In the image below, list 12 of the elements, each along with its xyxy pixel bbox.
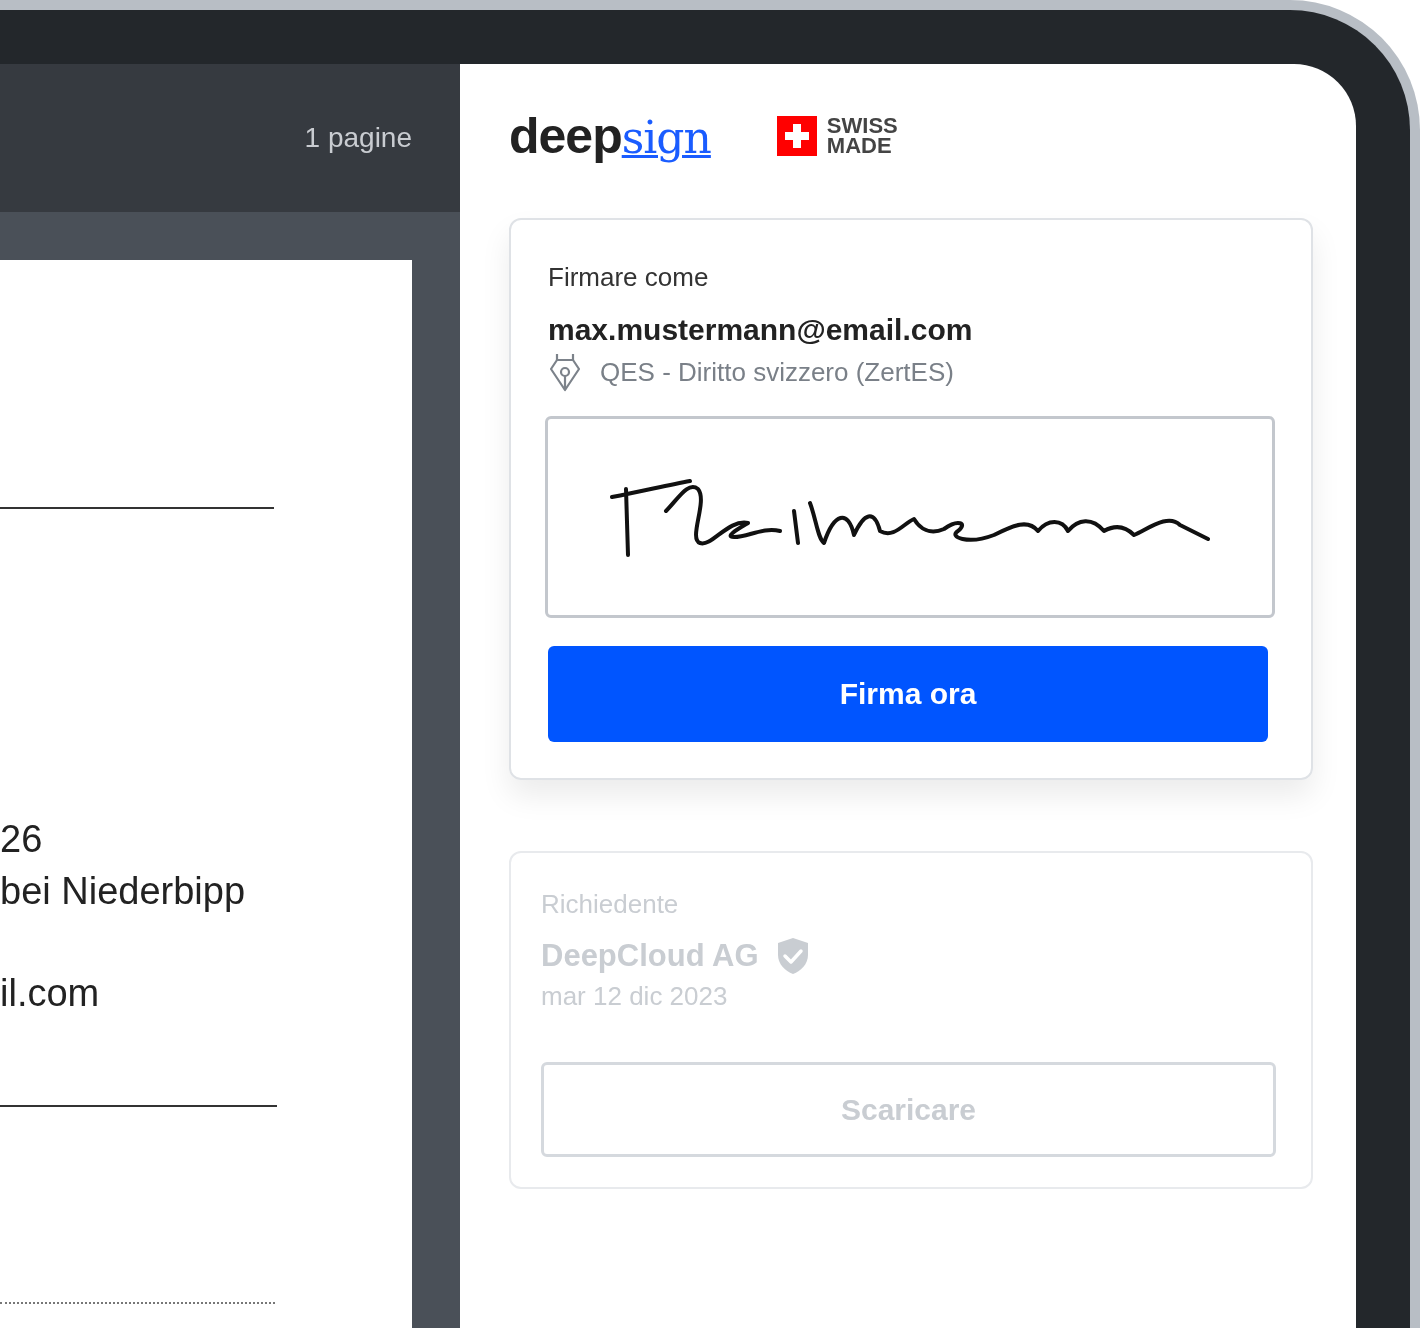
sign-now-button[interactable]: Firma ora: [548, 646, 1268, 742]
deepsign-logo: deepsign: [509, 107, 711, 165]
swiss-made-label: SWISS MADE: [826, 116, 898, 156]
signer-email: max.mustermann@email.com: [548, 312, 974, 348]
page-count: 1 pagine: [304, 122, 412, 154]
document-text: 26: [0, 817, 44, 862]
signer-label: Firmare come: [548, 261, 710, 294]
signature-standard: QES - Diritto svizzero (ZertES): [600, 356, 954, 388]
pen-nib-icon: [548, 352, 582, 392]
document-text: bei Niederbipp: [0, 869, 247, 914]
swiss-flag-icon: [776, 116, 817, 156]
document-text: il.com: [0, 971, 101, 1016]
